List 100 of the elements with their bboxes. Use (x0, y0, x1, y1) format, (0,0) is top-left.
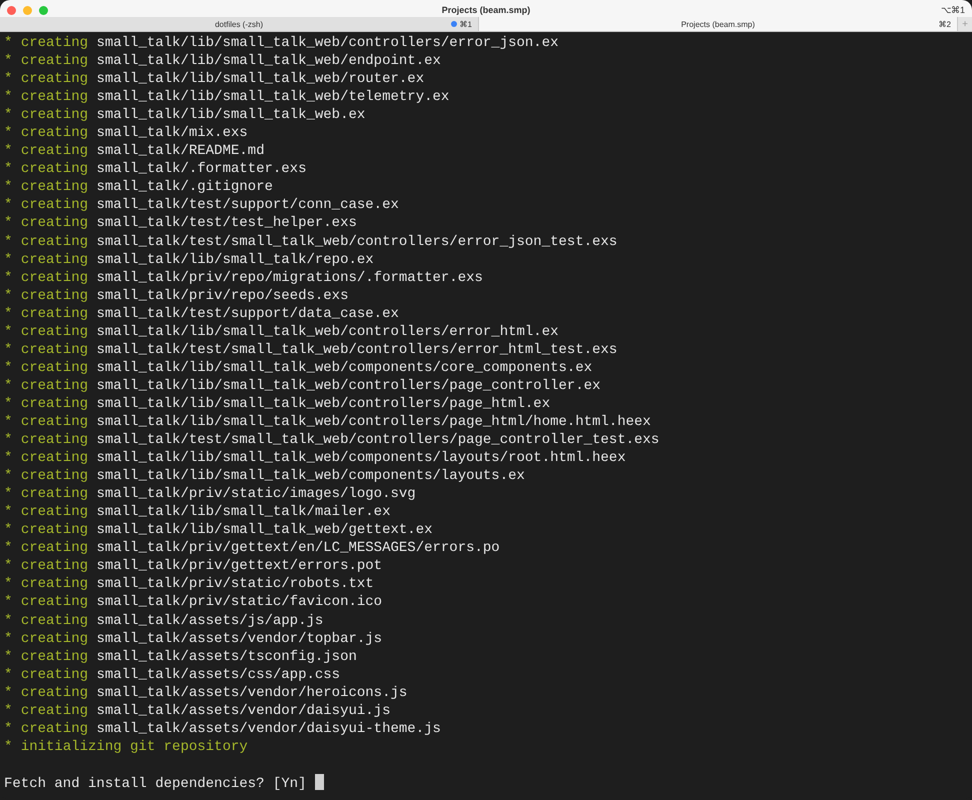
action-verb: initializing git repository (20, 738, 248, 755)
file-path: small_talk/assets/tsconfig.json (96, 648, 357, 665)
action-verb: creating (20, 486, 88, 502)
zoom-button[interactable] (39, 6, 48, 14)
file-path: small_talk/assets/css/app.css (96, 666, 340, 683)
tab[interactable]: Projects (beam.smp) ⌘2 (479, 17, 958, 31)
action-verb: creating (20, 53, 88, 70)
action-verb: creating (20, 324, 88, 340)
action-verb: creating (20, 143, 88, 160)
window-title: Projects (beam.smp) (442, 5, 530, 15)
file-path: small_talk/priv/static/favicon.ico (96, 594, 382, 610)
file-path: small_talk/lib/small_talk_web/controllers/error_html.ex (96, 324, 559, 340)
bullet-marker: * (4, 161, 12, 178)
bullet-marker: * (4, 378, 12, 394)
bullet-marker: * (4, 53, 12, 70)
file-path: small_talk/lib/small_talk/mailer.ex (96, 504, 390, 520)
action-verb: creating (20, 432, 88, 448)
file-path: small_talk/README.md (96, 143, 264, 160)
bullet-marker: * (4, 504, 12, 520)
bullet-marker: * (4, 125, 12, 142)
bullet-marker: * (4, 342, 12, 358)
bullet-marker: * (4, 324, 12, 340)
bullet-marker: * (4, 630, 12, 647)
action-verb: creating (20, 558, 88, 574)
action-verb: creating (20, 576, 88, 592)
bullet-marker: * (4, 35, 12, 51)
action-verb: creating (20, 270, 88, 286)
action-verb: creating (20, 720, 88, 737)
file-path: small_talk/priv/gettext/errors.pot (96, 558, 382, 574)
bullet-marker: * (4, 648, 12, 665)
close-button[interactable] (7, 6, 16, 14)
bullet-marker: * (4, 306, 12, 322)
bullet-marker: * (4, 270, 12, 286)
action-verb: creating (20, 612, 88, 628)
bullet-marker: * (4, 558, 12, 574)
action-verb: creating (20, 234, 88, 250)
bullet-marker: * (4, 486, 12, 502)
action-verb: creating (20, 161, 88, 178)
file-path: small_talk/lib/small_talk_web/telemetry.ex (96, 89, 450, 106)
action-verb: creating (20, 179, 88, 196)
bullet-marker: * (4, 540, 12, 556)
action-verb: creating (20, 378, 88, 394)
tab-shortcut: ⌘1 (460, 20, 472, 28)
bullet-marker: * (4, 720, 12, 737)
file-path: small_talk/lib/small_talk_web/controllers/error_json.ex (96, 35, 559, 51)
file-path: small_talk/lib/small_talk/repo.ex (96, 252, 374, 268)
action-verb: creating (20, 414, 88, 430)
file-path: small_talk/test/small_talk_web/controllers/error_html_test.exs (96, 342, 618, 358)
bullet-marker: * (4, 252, 12, 268)
action-verb: creating (20, 666, 88, 683)
bullet-marker: * (4, 450, 12, 466)
file-path: small_talk/test/test_helper.exs (96, 215, 357, 232)
file-path: small_talk/.gitignore (96, 179, 273, 196)
bullet-marker: * (4, 215, 12, 232)
action-verb: creating (20, 594, 88, 610)
file-path: small_talk/priv/repo/migrations/.formatter.exs (96, 270, 483, 286)
bullet-marker: * (4, 468, 12, 484)
action-verb: creating (20, 342, 88, 358)
file-path: small_talk/assets/vendor/daisyui-theme.js (96, 720, 441, 737)
file-path: small_talk/test/small_talk_web/controllers/error_json_test.exs (96, 234, 618, 250)
bullet-marker: * (4, 576, 12, 592)
action-verb: creating (20, 450, 88, 466)
bullet-marker: * (4, 666, 12, 683)
bullet-marker: * (4, 179, 12, 196)
bullet-marker: * (4, 522, 12, 538)
action-verb: creating (20, 215, 88, 232)
action-verb: creating (20, 107, 88, 124)
action-verb: creating (20, 35, 88, 51)
minimize-button[interactable] (23, 6, 32, 14)
file-path: small_talk/mix.exs (96, 125, 248, 142)
action-verb: creating (20, 468, 88, 484)
action-verb: creating (20, 306, 88, 322)
bullet-marker: * (4, 71, 12, 88)
bullet-marker: * (4, 360, 12, 376)
action-verb: creating (20, 252, 88, 268)
bullet-marker: * (4, 684, 12, 701)
bullet-marker: * (4, 612, 12, 628)
file-path: small_talk/assets/js/app.js (96, 612, 324, 628)
file-path: small_talk/lib/small_talk_web/router.ex (96, 71, 424, 88)
bullet-marker: * (4, 702, 12, 719)
bullet-marker: * (4, 288, 12, 304)
action-verb: creating (20, 648, 88, 665)
file-path: small_talk/priv/gettext/en/LC_MESSAGES/errors.po (96, 540, 500, 556)
action-verb: creating (20, 540, 88, 556)
action-verb: creating (20, 197, 88, 214)
activity-dot (450, 21, 457, 27)
window-shortcut: ⌥⌘1 (940, 5, 965, 15)
bullet-marker: * (4, 414, 12, 430)
bullet-marker: * (4, 234, 12, 250)
action-verb: creating (20, 125, 88, 142)
action-verb: creating (20, 360, 88, 376)
file-path: small_talk/priv/repo/seeds.exs (96, 288, 348, 304)
action-verb: creating (20, 684, 88, 701)
file-path: small_talk/lib/small_talk_web/endpoint.ex (96, 53, 441, 70)
bullet-marker: * (4, 432, 12, 448)
file-path: small_talk/assets/vendor/daisyui.js (96, 702, 390, 719)
file-path: small_talk/lib/small_talk_web/components/layouts/root.html.heex (96, 450, 626, 466)
bullet-marker: * (4, 107, 12, 124)
bullet-marker: * (4, 594, 12, 610)
action-verb: creating (20, 702, 88, 719)
